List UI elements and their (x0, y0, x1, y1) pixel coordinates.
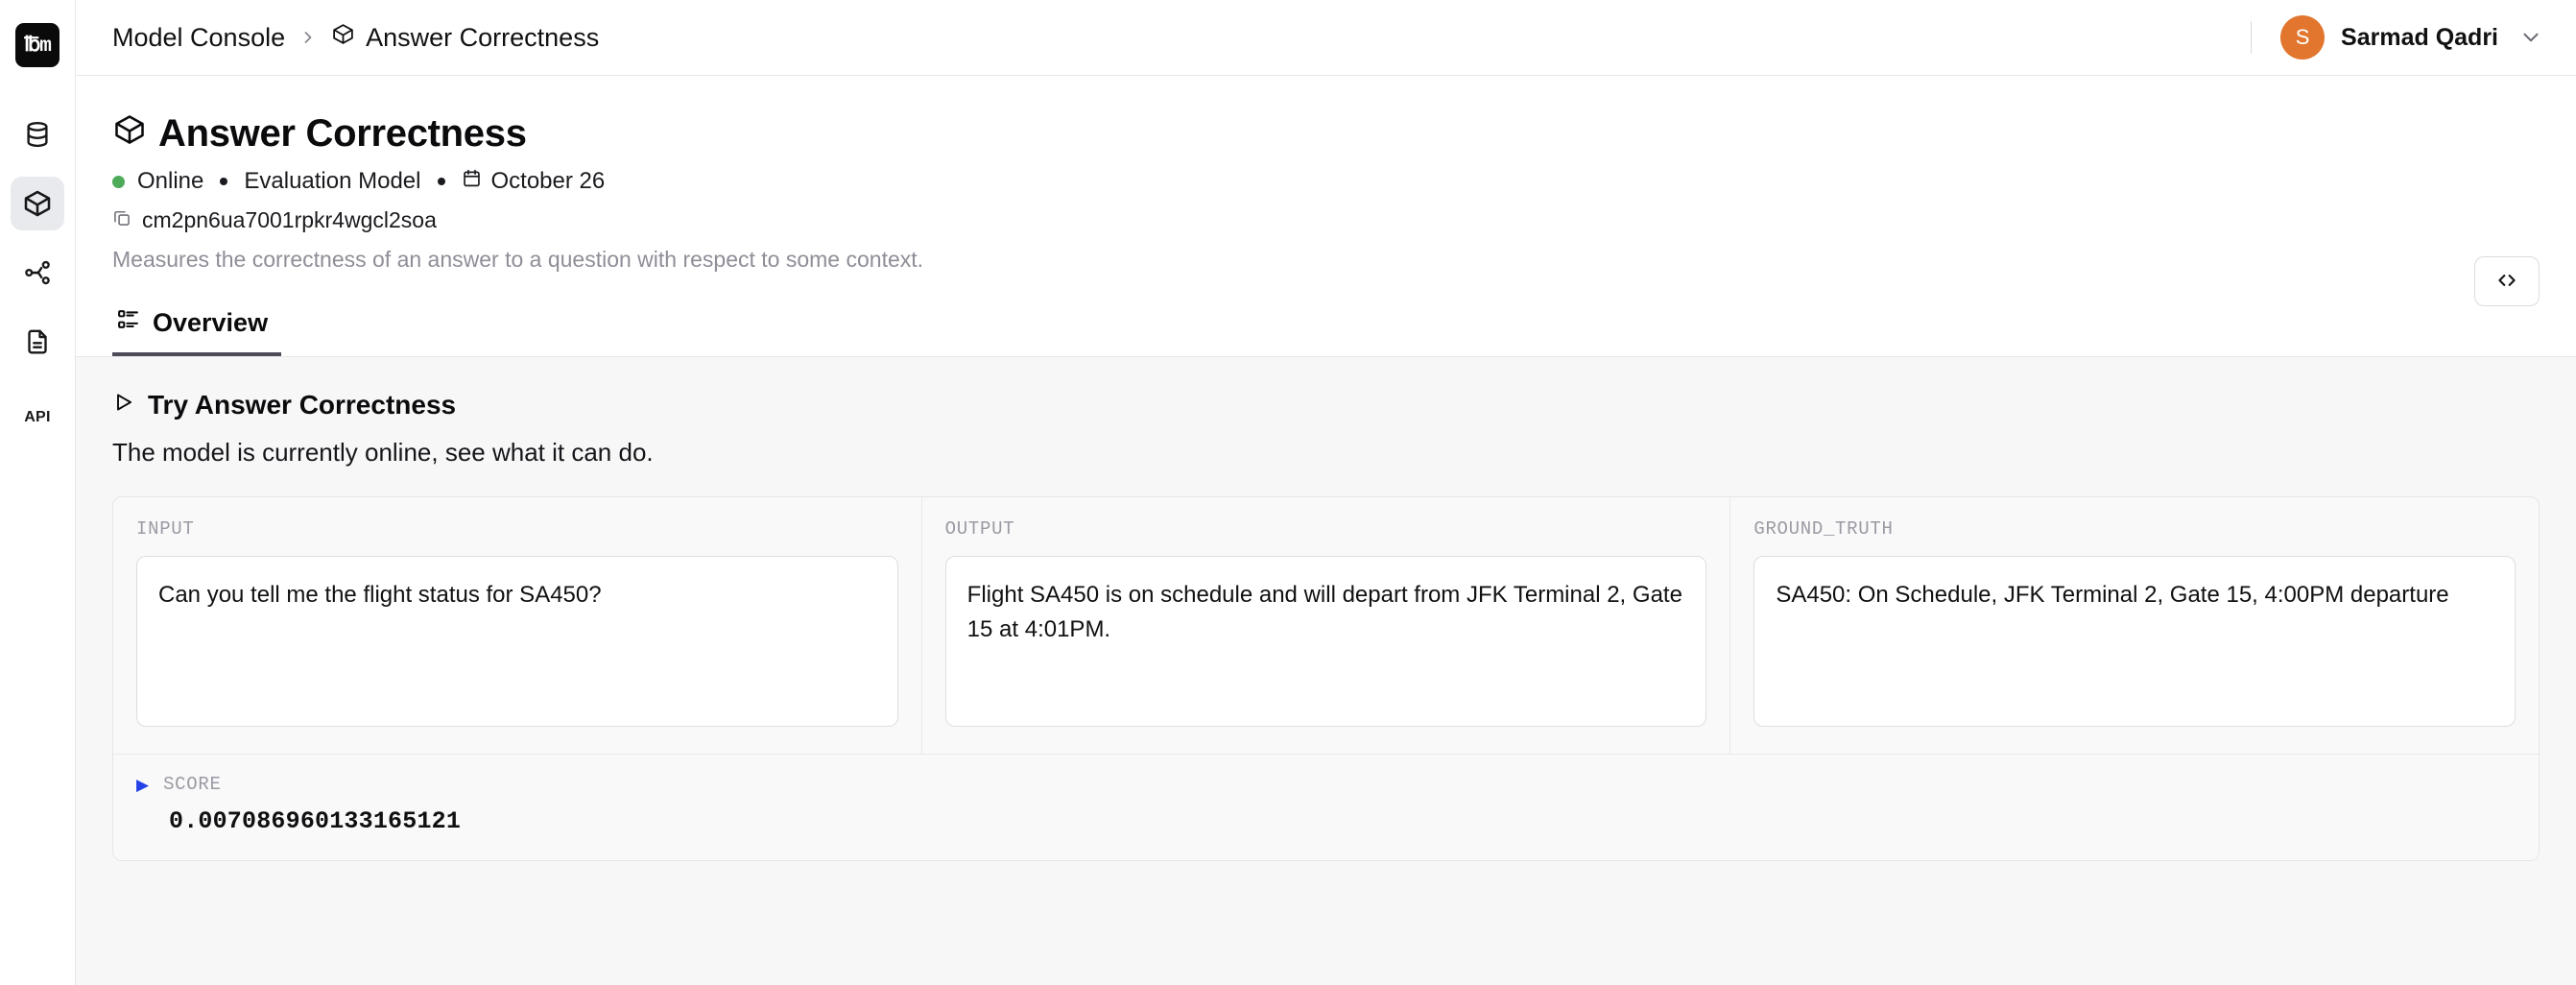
sidebar-item-api[interactable]: API (24, 409, 51, 426)
cube-icon (331, 22, 355, 53)
breadcrumb-current[interactable]: Answer Correctness (331, 22, 599, 53)
io-label-ground-truth: GROUND_TRUTH (1753, 518, 1894, 540)
tab-overview[interactable]: Overview (112, 307, 282, 356)
score-row: ▶ SCORE 0.007086960133165121 (113, 754, 2539, 860)
triangle-right-icon[interactable]: ▶ (136, 777, 149, 793)
topbar-divider (2251, 21, 2253, 54)
io-card: INPUT Can you tell me the flight status … (112, 496, 2540, 861)
sidebar-item-datasets[interactable] (11, 108, 64, 161)
calendar-icon (462, 168, 482, 195)
score-label: SCORE (163, 774, 222, 795)
chevron-right-icon (298, 28, 318, 47)
io-label-input: INPUT (136, 518, 195, 540)
list-icon (116, 307, 140, 338)
breadcrumb: Model Console Answer Correctness (112, 22, 599, 53)
play-icon (112, 390, 135, 420)
user-menu[interactable]: S Sarmad Qadri (2280, 15, 2543, 60)
branch-icon (23, 258, 52, 287)
model-header: Answer Correctness Online Evaluation Mod… (76, 76, 2576, 306)
user-name: Sarmad Qadri (2341, 23, 2498, 51)
sidebar-item-models[interactable] (11, 177, 64, 230)
meta-separator (220, 178, 228, 185)
model-description: Measures the correctness of an answer to… (112, 247, 924, 272)
rail-item-list (0, 108, 75, 369)
model-id-copy[interactable]: cm2pn6ua7001rpkr4wgcl2soa (112, 207, 2540, 233)
cube-icon (22, 188, 53, 219)
breadcrumb-root[interactable]: Model Console (112, 23, 285, 53)
io-grid: INPUT Can you tell me the flight status … (113, 497, 2539, 754)
tab-bar: Overview (76, 307, 2576, 357)
app-root: ℔m API Model Console Answer Correctness … (0, 0, 2576, 985)
try-section-subheading: The model is currently online, see what … (112, 438, 654, 467)
output-field[interactable]: Flight SA450 is on schedule and will dep… (944, 556, 1707, 727)
ground-truth-field[interactable]: SA450: On Schedule, JFK Terminal 2, Gate… (1753, 556, 2516, 727)
try-section-heading: Try Answer Correctness (112, 390, 2540, 420)
left-nav-rail: ℔m API (0, 0, 76, 985)
model-date-text: October 26 (490, 168, 606, 194)
breadcrumb-current-label: Answer Correctness (366, 22, 600, 52)
io-column-input: INPUT Can you tell me the flight status … (113, 497, 922, 754)
model-id-text: cm2pn6ua7001rpkr4wgcl2soa (142, 207, 437, 232)
model-meta: Online Evaluation Model October 26 (112, 168, 2540, 195)
overview-panel: Try Answer Correctness The model is curr… (76, 357, 2576, 985)
sidebar-item-workflows[interactable] (11, 246, 64, 300)
cube-icon (112, 112, 147, 155)
input-field[interactable]: Can you tell me the flight status for SA… (136, 556, 898, 727)
score-value: 0.007086960133165121 (169, 807, 462, 835)
document-icon (23, 327, 52, 356)
io-column-output: OUTPUT Flight SA450 is on schedule and w… (922, 497, 1731, 754)
page-title-text: Answer Correctness (158, 112, 527, 155)
app-logo[interactable]: ℔m (15, 23, 60, 67)
io-column-ground-truth: GROUND_TRUTH SA450: On Schedule, JFK Ter… (1730, 497, 2539, 754)
copy-icon (112, 207, 131, 233)
page-title: Answer Correctness (112, 112, 2540, 155)
status-badge: Online (137, 168, 204, 194)
avatar: S (2280, 15, 2326, 60)
status-dot-icon (112, 175, 125, 188)
model-type: Evaluation Model (244, 168, 421, 194)
chevron-down-icon[interactable] (2518, 25, 2543, 50)
meta-separator (437, 178, 445, 185)
sidebar-item-documents[interactable] (11, 315, 64, 369)
main-region: Model Console Answer Correctness S Sarma… (76, 0, 2576, 985)
code-icon (2494, 268, 2519, 296)
tab-overview-label: Overview (153, 307, 269, 337)
score-header[interactable]: ▶ SCORE (136, 774, 2516, 795)
top-bar: Model Console Answer Correctness S Sarma… (76, 0, 2576, 76)
database-icon (23, 120, 52, 149)
view-code-button[interactable] (2474, 256, 2540, 306)
try-section-heading-text: Try Answer Correctness (148, 390, 457, 420)
io-label-output: OUTPUT (944, 518, 1015, 540)
model-date: October 26 (462, 168, 606, 195)
